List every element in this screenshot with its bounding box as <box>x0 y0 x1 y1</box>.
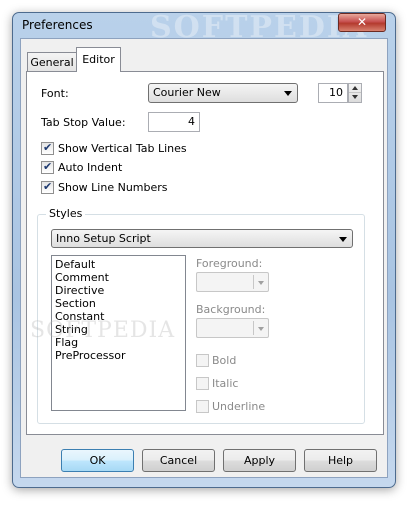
font-select[interactable]: Courier New <box>148 83 298 103</box>
underline-label: Underline <box>212 400 266 413</box>
auto-indent-label: Auto Indent <box>58 161 123 174</box>
arrow-up-icon <box>352 86 358 90</box>
apply-button[interactable]: Apply <box>223 449 296 472</box>
show-line-numbers-label: Show Line Numbers <box>58 181 168 194</box>
list-item[interactable]: Directive <box>55 284 104 297</box>
show-vertical-tab-lines-label: Show Vertical Tab Lines <box>58 142 187 155</box>
bold-label: Bold <box>212 354 237 367</box>
divider <box>253 321 254 335</box>
cancel-button[interactable]: Cancel <box>142 449 215 472</box>
styles-group-title: Styles <box>46 207 86 220</box>
chevron-down-icon <box>284 91 292 96</box>
background-label: Background: <box>196 303 266 316</box>
font-label: Font: <box>41 87 69 100</box>
list-item[interactable]: Flag <box>55 336 78 349</box>
underline-checkbox[interactable] <box>196 400 209 413</box>
tab-editor[interactable]: Editor <box>76 47 121 72</box>
foreground-label: Foreground: <box>196 257 263 270</box>
tabstop-label: Tab Stop Value: <box>41 116 126 129</box>
window-title: Preferences <box>22 18 93 32</box>
ok-button[interactable]: OK <box>61 449 134 472</box>
font-select-value: Courier New <box>153 86 221 99</box>
list-item[interactable]: String <box>55 323 88 336</box>
divider <box>253 275 254 289</box>
show-line-numbers-checkbox[interactable] <box>41 180 54 194</box>
list-item[interactable]: Section <box>55 297 96 310</box>
font-size-input[interactable]: 10 <box>318 83 348 103</box>
background-color-select[interactable] <box>196 318 269 338</box>
arrow-down-icon <box>352 95 358 99</box>
tab-general[interactable]: General <box>27 52 77 72</box>
bold-checkbox[interactable] <box>196 354 209 367</box>
list-item[interactable]: Default <box>55 258 95 271</box>
list-item[interactable]: PreProcessor <box>55 349 125 362</box>
font-size-stepper[interactable] <box>348 83 362 103</box>
italic-label: Italic <box>212 377 239 390</box>
style-items-list[interactable]: Default Comment Directive Section Consta… <box>51 255 186 411</box>
close-button[interactable]: ✕ <box>338 13 386 32</box>
close-icon: ✕ <box>356 15 368 29</box>
stepper-up[interactable] <box>349 84 361 93</box>
list-item[interactable]: Constant <box>55 310 104 323</box>
italic-checkbox[interactable] <box>196 377 209 390</box>
stepper-down[interactable] <box>349 93 361 102</box>
style-scheme-value: Inno Setup Script <box>56 232 151 245</box>
chevron-down-icon <box>339 237 347 242</box>
show-vertical-tab-lines-checkbox[interactable] <box>41 141 54 155</box>
chevron-down-icon <box>258 327 264 331</box>
chevron-down-icon <box>258 281 264 285</box>
tabstop-input[interactable]: 4 <box>148 112 200 132</box>
list-item[interactable]: Comment <box>55 271 109 284</box>
auto-indent-checkbox[interactable] <box>41 160 54 174</box>
style-scheme-select[interactable]: Inno Setup Script <box>51 229 353 248</box>
foreground-color-select[interactable] <box>196 272 269 292</box>
help-button[interactable]: Help <box>304 449 377 472</box>
